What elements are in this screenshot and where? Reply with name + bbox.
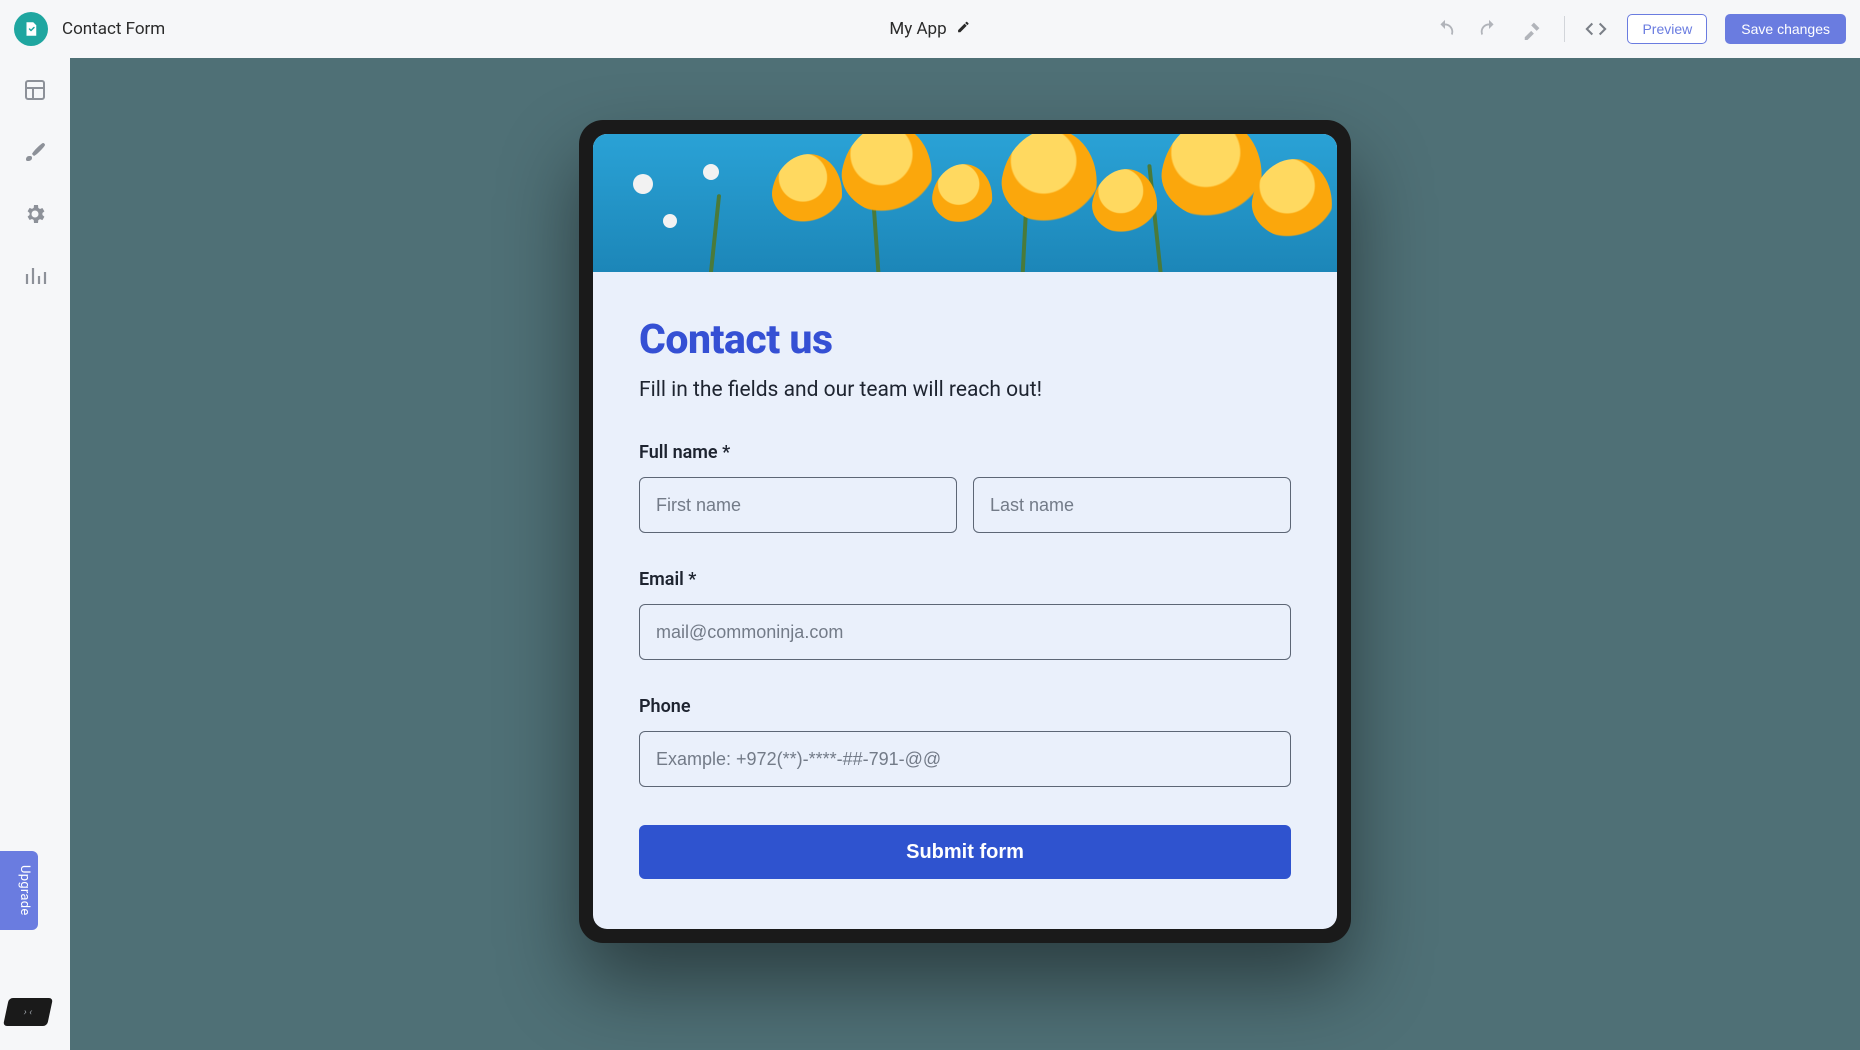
full-name-label: Full name * [639, 442, 1291, 463]
redo-icon[interactable] [1476, 16, 1502, 42]
form-title: Contact us [639, 316, 1291, 364]
email-input[interactable] [639, 604, 1291, 660]
contact-form-card: Contact us Fill in the fields and our te… [593, 134, 1337, 929]
topbar-actions: Preview Save changes [1432, 14, 1846, 44]
undo-icon[interactable] [1432, 16, 1458, 42]
first-name-input[interactable] [639, 477, 957, 533]
pencil-icon[interactable] [957, 19, 971, 39]
preview-button[interactable]: Preview [1627, 14, 1707, 44]
banner-image [593, 134, 1337, 272]
app-logo[interactable] [14, 12, 48, 46]
topbar: Contact Form My App Preview Save changes [0, 0, 1860, 58]
gear-icon[interactable] [21, 200, 49, 228]
analytics-icon[interactable] [21, 262, 49, 290]
upgrade-tab[interactable]: Upgrade [0, 851, 38, 930]
last-name-input[interactable] [973, 477, 1291, 533]
phone-label: Phone [639, 696, 1291, 717]
form-body: Contact us Fill in the fields and our te… [593, 272, 1337, 929]
page-title: Contact Form [62, 19, 165, 39]
hammer-icon[interactable] [1520, 16, 1546, 42]
submit-button[interactable]: Submit form [639, 825, 1291, 879]
brush-icon[interactable] [21, 138, 49, 166]
save-button[interactable]: Save changes [1725, 14, 1846, 44]
app-name-editor[interactable]: My App [889, 19, 970, 39]
device-frame: Contact us Fill in the fields and our te… [579, 120, 1351, 943]
phone-input[interactable] [639, 731, 1291, 787]
corner-badge[interactable]: › ‹ [3, 998, 53, 1026]
code-icon[interactable] [1583, 16, 1609, 42]
form-subtitle: Fill in the fields and our team will rea… [639, 378, 1291, 402]
app-name: My App [889, 19, 946, 39]
layout-icon[interactable] [21, 76, 49, 104]
divider [1564, 16, 1565, 42]
email-label: Email * [639, 569, 1291, 590]
canvas: Contact us Fill in the fields and our te… [70, 58, 1860, 1050]
